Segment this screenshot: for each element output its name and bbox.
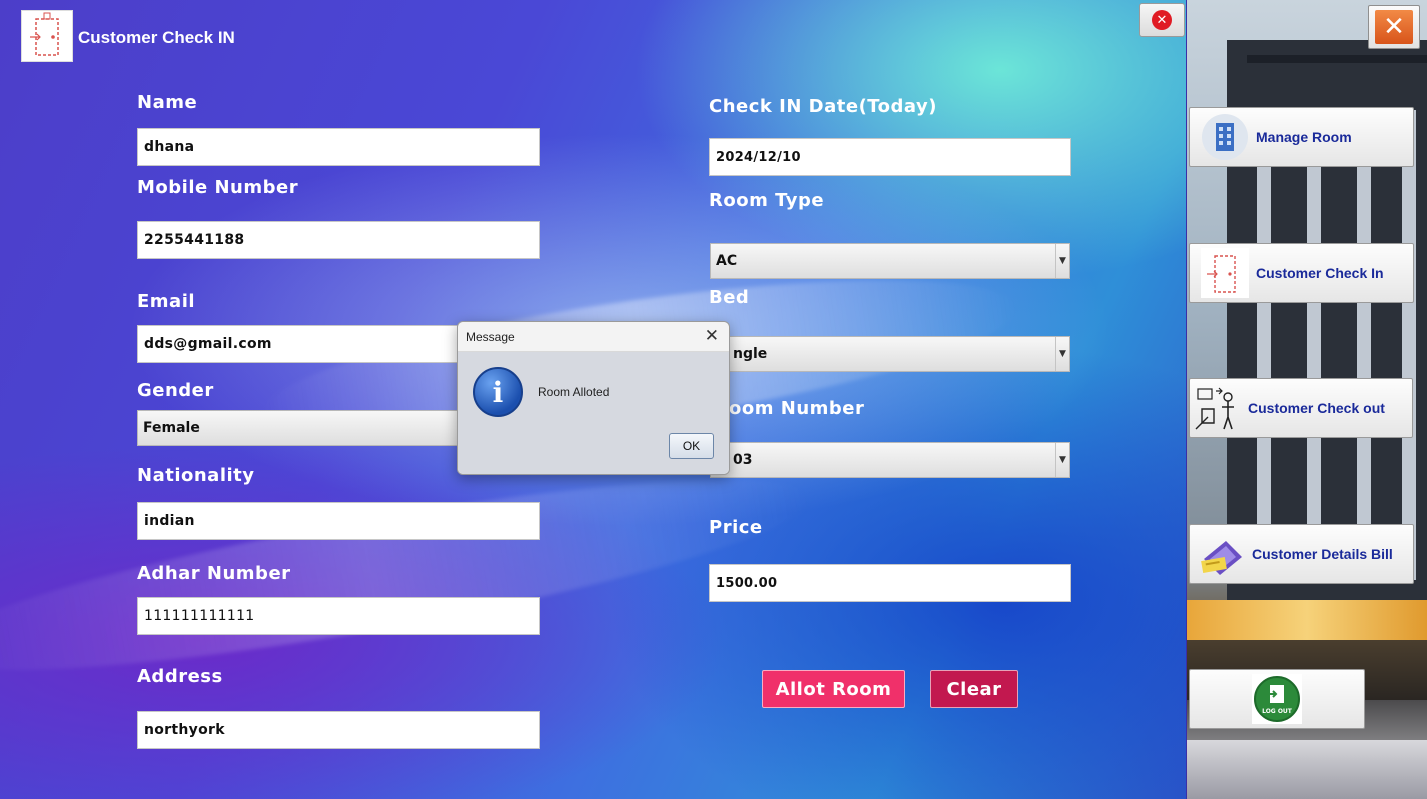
bed-select[interactable]: ngle ▼ (710, 336, 1070, 372)
sidebar-item-label: Customer Check In (1256, 265, 1384, 281)
price-label: Price (709, 517, 763, 538)
ok-button[interactable]: OK (669, 433, 714, 459)
room-number-value: 03 (733, 452, 753, 468)
sidebar-item-logout[interactable]: LOG OUT (1189, 669, 1365, 729)
mobile-field[interactable]: 2255441188 (137, 221, 540, 259)
window-column (1257, 110, 1271, 580)
chevron-down-icon: ▼ (1055, 244, 1069, 278)
exit-app-button[interactable]: ✕ (1368, 5, 1420, 49)
window-title: Customer Check IN (78, 28, 235, 47)
background-swoosh (0, 442, 823, 708)
room-number-select[interactable]: 03 ▼ (710, 442, 1070, 478)
gender-value: Female (143, 420, 200, 436)
name-label: Name (137, 92, 198, 113)
customer-checkin-icon (21, 10, 73, 62)
sidebar-item-customer-details-bill[interactable]: Customer Details Bill (1189, 524, 1414, 584)
message-dialog: Message ✕ i Room Alloted OK (457, 321, 730, 475)
building-background (1247, 55, 1427, 63)
sidebar-item-label: Customer Details Bill (1252, 546, 1393, 562)
checkout-icon (1192, 383, 1242, 433)
sidebar-item-customer-check-out[interactable]: Customer Check out (1189, 378, 1413, 438)
email-label: Email (137, 291, 196, 312)
checkin-date-label: Check IN Date(Today) (709, 96, 937, 117)
dialog-titlebar: Message ✕ (458, 322, 729, 352)
adhar-field[interactable]: 111111111111 (137, 597, 540, 635)
window-column (1357, 110, 1371, 580)
mobile-label: Mobile Number (137, 177, 299, 198)
dialog-close-icon[interactable]: ✕ (705, 326, 719, 346)
street-lights (1187, 600, 1427, 640)
building-icon (1200, 112, 1250, 162)
window-column (1307, 110, 1321, 580)
nationality-label: Nationality (137, 465, 255, 486)
close-icon: ✕ (1152, 10, 1172, 30)
bill-icon (1196, 529, 1246, 579)
clear-button[interactable]: Clear (930, 670, 1018, 708)
sidebar-item-label: Manage Room (1256, 129, 1352, 145)
info-icon: i (473, 367, 523, 417)
address-label: Address (137, 666, 223, 687)
sidebar-item-manage-room[interactable]: Manage Room (1189, 107, 1414, 167)
window-column (1402, 110, 1416, 580)
svg-text:LOG OUT: LOG OUT (1262, 708, 1293, 715)
dialog-body: i Room Alloted OK (458, 352, 729, 474)
door-icon (1200, 248, 1250, 298)
nationality-field[interactable]: indian (137, 502, 540, 540)
bed-value: ngle (733, 346, 768, 362)
name-field[interactable]: dhana (137, 128, 540, 166)
room-type-select[interactable]: AC ▼ (710, 243, 1070, 279)
dialog-title: Message (466, 330, 515, 344)
room-number-label: oom Number (729, 398, 865, 419)
adhar-label: Adhar Number (137, 563, 291, 584)
sidebar-item-customer-check-in[interactable]: Customer Check In (1189, 243, 1414, 303)
bed-label: Bed (709, 287, 750, 308)
checkin-date-field[interactable]: 2024/12/10 (709, 138, 1071, 176)
street-road (1187, 740, 1427, 799)
price-field[interactable]: 1500.00 (709, 564, 1071, 602)
logout-icon: LOG OUT (1252, 674, 1302, 724)
room-type-label: Room Type (709, 190, 825, 211)
address-field[interactable]: northyork (137, 711, 540, 749)
close-icon: ✕ (1375, 10, 1413, 44)
chevron-down-icon: ▼ (1055, 443, 1069, 477)
chevron-down-icon: ▼ (1055, 337, 1069, 371)
allot-room-button[interactable]: Allot Room (762, 670, 905, 708)
gender-label: Gender (137, 380, 214, 401)
dialog-message: Room Alloted (538, 385, 610, 399)
room-type-value: AC (716, 253, 738, 269)
close-window-button[interactable]: ✕ (1139, 3, 1185, 37)
sidebar-item-label: Customer Check out (1248, 400, 1385, 416)
